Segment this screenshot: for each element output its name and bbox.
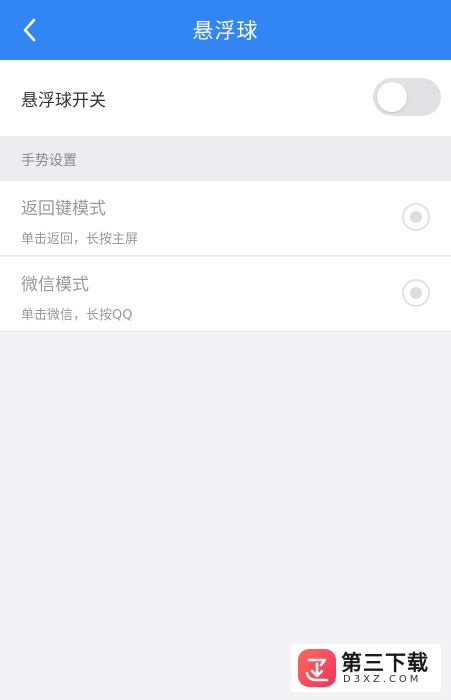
gesture-section-title: 手势设置 bbox=[21, 153, 77, 169]
wechat-mode-radio[interactable] bbox=[402, 279, 430, 307]
watermark: 第三下载 D3XZ.COM bbox=[291, 644, 441, 692]
back-button[interactable] bbox=[10, 10, 50, 50]
page-title: 悬浮球 bbox=[192, 19, 259, 43]
download-logo-icon bbox=[298, 649, 336, 687]
option-title: 返回键模式 bbox=[21, 199, 106, 219]
chevron-left-icon bbox=[23, 18, 36, 42]
title-bar: 悬浮球 bbox=[0, 0, 451, 60]
switch-knob bbox=[377, 82, 407, 112]
back-key-mode-radio[interactable] bbox=[402, 203, 430, 231]
floating-ball-settings-page: 悬浮球 悬浮球开关 手势设置 返回键模式 单击返回，长按主屏 微信模式 单击微信… bbox=[0, 0, 451, 700]
wechat-mode-option[interactable]: 微信模式 单击微信，长按QQ bbox=[0, 257, 451, 331]
watermark-name: 第三下载 bbox=[341, 651, 429, 675]
floating-ball-switch[interactable] bbox=[373, 78, 441, 116]
divider bbox=[0, 255, 451, 256]
divider bbox=[0, 331, 451, 332]
radio-dot bbox=[410, 287, 422, 299]
watermark-domain: D3XZ.COM bbox=[343, 674, 422, 685]
option-subtitle: 单击返回，长按主屏 bbox=[21, 232, 139, 247]
option-title: 微信模式 bbox=[21, 275, 89, 295]
gesture-section-header: 手势设置 bbox=[0, 136, 451, 181]
option-subtitle: 单击微信，长按QQ bbox=[21, 308, 133, 323]
floating-ball-toggle-label: 悬浮球开关 bbox=[21, 91, 106, 111]
radio-dot bbox=[410, 211, 422, 223]
back-key-mode-option[interactable]: 返回键模式 单击返回，长按主屏 bbox=[0, 181, 451, 255]
